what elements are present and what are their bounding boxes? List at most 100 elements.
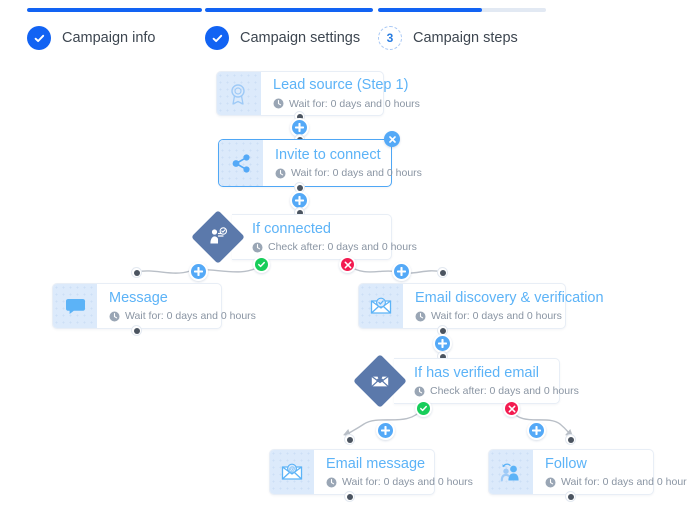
node-body: Email message Wait for: 0 days and 0 hou…: [314, 450, 487, 494]
node-subtitle-row: Wait for: 0 days and 0 hours: [545, 476, 687, 488]
clock-icon: [414, 386, 425, 397]
plus-icon: [194, 267, 203, 276]
share-icon: [219, 140, 263, 186]
node-body: Follow Wait for: 0 days and 0 hours: [533, 450, 687, 494]
port-out-follow[interactable]: [565, 491, 576, 502]
node-subtitle-row: Wait for: 0 days and 0 hours: [275, 167, 422, 179]
node-message[interactable]: Message Wait for: 0 days and 0 hours: [52, 283, 256, 329]
node-if-connected[interactable]: If connected Check after: 0 days and 0 h…: [232, 214, 417, 260]
check-icon: [212, 34, 222, 42]
node-title: Follow: [545, 455, 587, 472]
node-body: Invite to connect Wait for: 0 days and 0…: [263, 140, 436, 186]
port-out-message[interactable]: [131, 325, 142, 336]
node-body: Lead source (Step 1) Wait for: 0 days an…: [261, 72, 434, 115]
svg-text:@: @: [289, 466, 296, 473]
envelope-check-icon: [359, 284, 403, 328]
step-badge-1: [27, 26, 51, 50]
node-email-discovery[interactable]: Email discovery & verification Wait for:…: [358, 283, 604, 329]
step-badge-3: 3: [378, 26, 402, 50]
step-progress-track-3: [378, 8, 546, 12]
check-icon: [420, 405, 427, 412]
step-number-3: 3: [386, 31, 394, 45]
port-out-email-message[interactable]: [344, 491, 355, 502]
clock-icon: [415, 311, 426, 322]
node-subtitle-row: Wait for: 0 days and 0 hours: [415, 310, 604, 322]
step-campaign-info[interactable]: Campaign info: [27, 8, 202, 50]
node-subtitle: Check after: 0 days and 0 hours: [268, 241, 417, 254]
follow-user-icon: [489, 450, 533, 494]
port-in-follow[interactable]: [565, 434, 576, 445]
flow-canvas[interactable]: Lead source (Step 1) Wait for: 0 days an…: [0, 56, 687, 519]
clock-icon: [275, 168, 286, 179]
node-if-has-verified-email[interactable]: If has verified email Check after: 0 day…: [394, 358, 579, 404]
plus-icon: [295, 123, 304, 132]
node-title: Email message: [326, 455, 426, 472]
add-step-button-6[interactable]: [376, 421, 395, 440]
campaign-steps-screen: Campaign info Campaign settings 3 Campai…: [0, 0, 687, 519]
step-label-2: Campaign settings: [240, 30, 361, 46]
step-label-3: Campaign steps: [413, 30, 518, 46]
clock-icon: [326, 477, 337, 488]
node-follow[interactable]: Follow Wait for: 0 days and 0 hours: [488, 449, 687, 495]
step-campaign-steps[interactable]: 3 Campaign steps: [378, 8, 546, 50]
port-in-email-discovery[interactable]: [437, 267, 448, 278]
condition-diamond-if-verified[interactable]: [353, 354, 407, 408]
plus-icon: [295, 196, 304, 205]
node-title: If has verified email: [414, 364, 539, 381]
add-step-button-3[interactable]: [189, 262, 208, 281]
node-subtitle: Wait for: 0 days and 0 hours: [431, 310, 562, 323]
chat-bubble-icon: [53, 284, 97, 328]
node-body: Email discovery & verification Wait for:…: [403, 284, 618, 328]
campaign-stepper: Campaign info Campaign settings 3 Campai…: [0, 0, 687, 56]
plus-icon: [438, 339, 447, 348]
node-subtitle-row: Check after: 0 days and 0 hours: [414, 385, 579, 397]
clock-icon: [252, 242, 263, 253]
plus-icon: [397, 267, 406, 276]
node-title: Lead source (Step 1): [273, 77, 409, 94]
close-icon: [388, 135, 396, 143]
node-body: If has verified email Check after: 0 day…: [394, 359, 593, 403]
node-subtitle: Wait for: 0 days and 0 hours: [291, 167, 422, 180]
node-invite-to-connect[interactable]: Invite to connect Wait for: 0 days and 0…: [218, 139, 422, 187]
node-email-message[interactable]: @ Email message Wait for: 0 days and 0 h…: [269, 449, 473, 495]
step-progress-fill-2: [205, 8, 373, 12]
close-icon: [508, 405, 515, 412]
branch-no-badge-if-verified[interactable]: [503, 400, 520, 417]
node-subtitle-row: Check after: 0 days and 0 hours: [252, 241, 417, 253]
node-subtitle: Wait for: 0 days and 0 hours: [289, 97, 420, 110]
step-progress-fill-3: [378, 8, 483, 12]
node-subtitle-row: Wait for: 0 days and 0 hours: [273, 98, 420, 110]
envelope-at-icon: @: [270, 450, 314, 494]
badge-ribbon-icon: [217, 72, 261, 115]
node-body: If connected Check after: 0 days and 0 h…: [232, 215, 431, 259]
node-title: If connected: [252, 220, 331, 237]
node-title: Message: [109, 289, 168, 306]
plus-icon: [381, 426, 390, 435]
port-in-email-message[interactable]: [344, 434, 355, 445]
step-campaign-settings[interactable]: Campaign settings: [205, 8, 373, 50]
clock-icon: [109, 311, 120, 322]
node-subtitle: Wait for: 0 days and 0 hours: [561, 476, 687, 489]
node-subtitle: Wait for: 0 days and 0 hours: [125, 310, 256, 323]
branch-yes-badge-if-connected[interactable]: [253, 256, 270, 273]
clock-icon: [273, 98, 284, 109]
check-icon: [34, 34, 44, 42]
add-step-button-7[interactable]: [527, 421, 546, 440]
branch-no-badge-if-connected[interactable]: [339, 256, 356, 273]
node-title: Invite to connect: [275, 146, 381, 163]
envelope-user-icon: [361, 362, 399, 400]
close-icon: [344, 261, 351, 268]
port-in-message[interactable]: [131, 267, 142, 278]
step-badge-2: [205, 26, 229, 50]
step-progress-track-1: [27, 8, 202, 12]
node-lead-source[interactable]: Lead source (Step 1) Wait for: 0 days an…: [216, 71, 420, 116]
branch-yes-badge-if-verified[interactable]: [415, 400, 432, 417]
delete-node-button[interactable]: [384, 131, 400, 147]
node-title: Email discovery & verification: [415, 289, 604, 306]
node-subtitle-row: Wait for: 0 days and 0 hours: [109, 310, 256, 322]
step-progress-track-2: [205, 8, 373, 12]
condition-diamond-if-connected[interactable]: [191, 210, 245, 264]
plus-icon: [532, 426, 541, 435]
node-subtitle: Check after: 0 days and 0 hours: [430, 385, 579, 398]
add-step-button-4[interactable]: [392, 262, 411, 281]
